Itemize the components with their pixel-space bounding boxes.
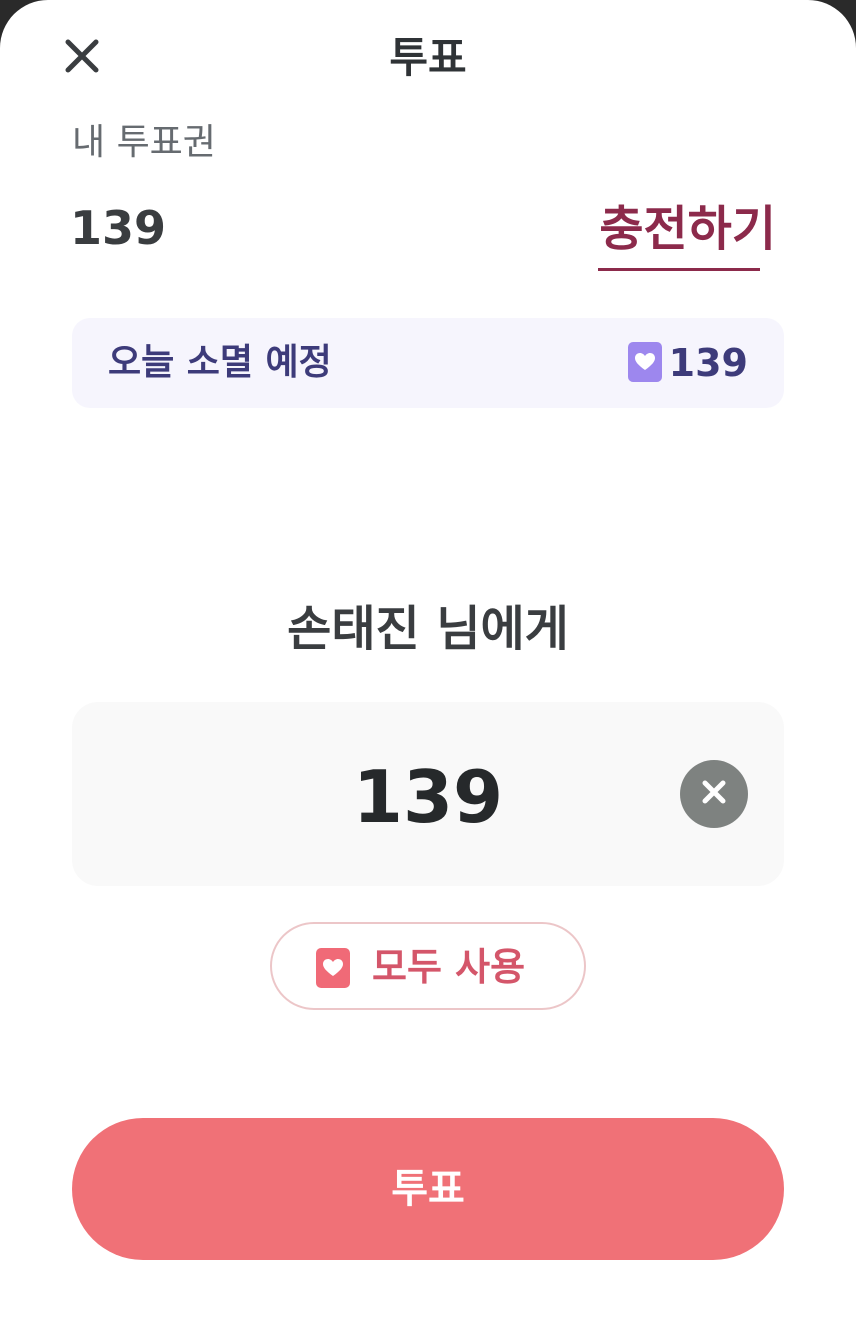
expiring-today-count: 139 bbox=[668, 341, 748, 385]
charge-underline bbox=[598, 268, 760, 271]
page-title: 투표 bbox=[389, 33, 467, 82]
vote-amount-value[interactable]: 139 bbox=[72, 752, 784, 842]
clear-amount-button[interactable] bbox=[680, 760, 748, 828]
charge-link[interactable]: 충전하기 bbox=[599, 196, 776, 262]
expiring-today-label: 오늘 소멸 예정 bbox=[108, 342, 332, 383]
use-all-label: 모두 사용 bbox=[372, 945, 526, 989]
vote-submit-button[interactable]: 투표 bbox=[72, 1118, 784, 1260]
vote-recipient: 손태진 님에게 bbox=[287, 601, 569, 657]
clear-icon bbox=[700, 778, 728, 810]
heart-ticket-icon bbox=[628, 342, 662, 382]
expiring-today-banner: 오늘 소멸 예정 139 bbox=[72, 318, 784, 408]
vote-amount-field[interactable]: 139 bbox=[72, 702, 784, 886]
my-votes-count: 139 bbox=[70, 201, 167, 255]
use-all-button[interactable]: 모두 사용 bbox=[270, 922, 586, 1010]
heart-ticket-icon bbox=[316, 948, 350, 988]
vote-sheet: 투표 내 투표권 139 충전하기 오늘 소멸 예정 139 손태진 님에게 1… bbox=[0, 0, 856, 1331]
vote-submit-label: 투표 bbox=[391, 1166, 465, 1212]
my-votes-label: 내 투표권 bbox=[72, 122, 216, 163]
